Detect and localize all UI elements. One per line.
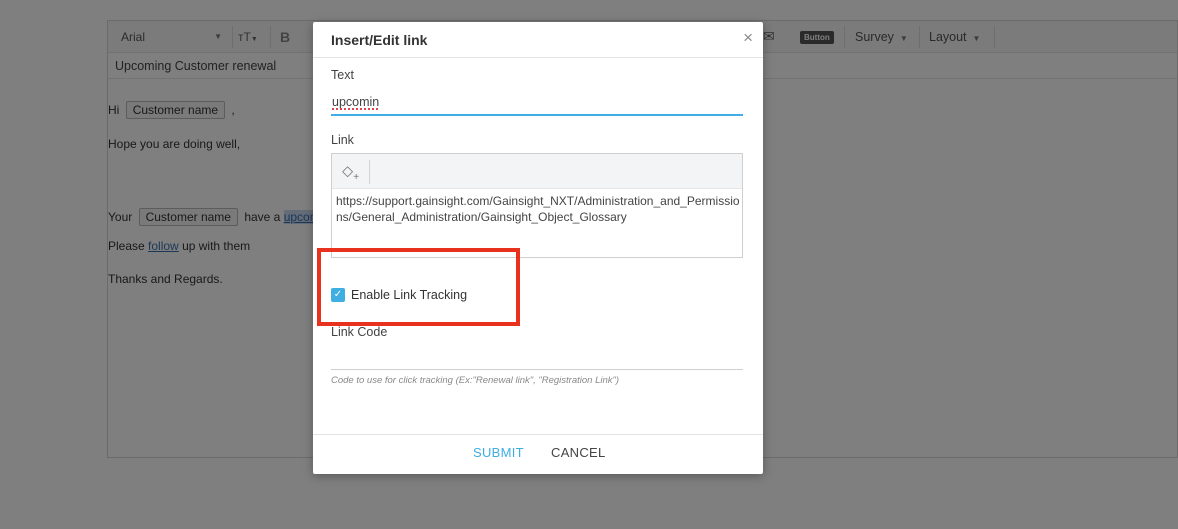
close-icon[interactable]: × — [743, 29, 753, 47]
link-url-value[interactable]: https://support.gainsight.com/Gainsight_… — [336, 193, 740, 225]
dialog-title: Insert/Edit link — [331, 32, 428, 48]
cancel-button[interactable]: CANCEL — [551, 445, 606, 460]
dialog-footer: SUBMIT CANCEL — [313, 434, 763, 474]
text-label: Text — [331, 68, 354, 82]
spellcheck-underline — [332, 108, 378, 110]
link-code-label: Link Code — [331, 325, 388, 339]
link-label: Link — [331, 133, 354, 147]
link-url-field[interactable]: ⬦+ https://support.gainsight.com/Gainsig… — [331, 153, 743, 258]
dialog-header: Insert/Edit link × — [313, 22, 763, 58]
link-code-input[interactable] — [331, 346, 743, 370]
add-tag-icon[interactable]: ⬦+ — [342, 160, 370, 184]
submit-button[interactable]: SUBMIT — [473, 445, 524, 460]
link-field-toolbar: ⬦+ — [332, 154, 742, 189]
link-code-hint: Code to use for click tracking (Ex:"Rene… — [331, 375, 620, 386]
annotation-highlight-box — [317, 248, 520, 326]
link-text-input[interactable] — [331, 90, 743, 116]
